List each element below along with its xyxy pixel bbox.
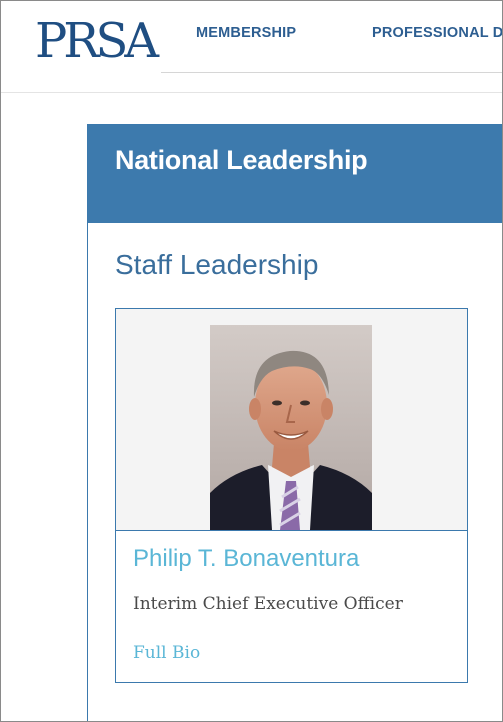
page-frame: PRSA MEMBERSHIP PROFESSIONAL D National … <box>0 0 503 722</box>
site-header: PRSA MEMBERSHIP PROFESSIONAL D <box>1 1 502 93</box>
prsa-logo[interactable]: PRSA <box>35 13 159 69</box>
nav-item-professional-development[interactable]: PROFESSIONAL D <box>372 25 502 41</box>
nav-item-membership[interactable]: MEMBERSHIP <box>196 25 296 41</box>
section-title: Staff Leadership <box>115 249 319 280</box>
main-nav: MEMBERSHIP PROFESSIONAL D <box>161 1 502 73</box>
photo-area <box>116 309 467 531</box>
leadership-panel: National Leadership Staff Leadership Phi… <box>87 124 502 721</box>
profile-name-link[interactable]: Philip T. Bonaventura <box>133 545 359 573</box>
page-title: National Leadership <box>115 145 368 175</box>
staff-profile-card: Philip T. Bonaventura Interim Chief Exec… <box>115 308 468 683</box>
full-bio-link[interactable]: Full Bio <box>133 643 200 663</box>
profile-role: Interim Chief Executive Officer <box>133 594 403 614</box>
logo-text: PRSA <box>35 13 159 69</box>
panel-header: National Leadership <box>88 125 502 223</box>
headshot-illustration <box>210 325 372 530</box>
headshot-photo[interactable] <box>210 325 372 530</box>
